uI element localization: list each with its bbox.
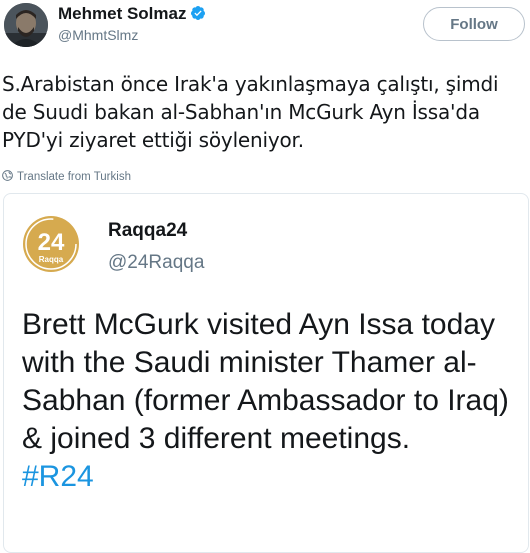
logo-number: 24 bbox=[38, 229, 65, 256]
author-display-name[interactable]: Mehmet Solmaz bbox=[58, 4, 206, 26]
avatar[interactable] bbox=[4, 3, 48, 47]
raqqa24-logo[interactable]: 24 Raqqa bbox=[22, 215, 80, 273]
follow-button[interactable]: Follow bbox=[423, 7, 525, 41]
avatar-photo bbox=[4, 3, 48, 47]
tweet-text: S.Arabistan önce Irak'a yakınlaşmaya çal… bbox=[2, 72, 499, 152]
quoted-tweet-card[interactable]: 24 Raqqa Raqqa24 @24Raqqa Brett McGurk v… bbox=[3, 193, 529, 553]
author-handle[interactable]: @MhmtSlmz bbox=[58, 27, 138, 43]
translate-label[interactable]: Translate from Turkish bbox=[17, 171, 131, 183]
hashtag-link[interactable]: #R24 bbox=[22, 460, 94, 493]
quoted-text-body: Brett McGurk visited Ayn Issa today with… bbox=[22, 308, 509, 455]
quoted-handle[interactable]: @24Raqqa bbox=[108, 252, 204, 274]
translate-link[interactable]: Translate from Turkish bbox=[2, 170, 131, 184]
logo-text: Raqqa bbox=[39, 255, 64, 264]
globe-icon bbox=[2, 170, 13, 184]
quoted-tweet-text: Brett McGurk visited Ayn Issa today with… bbox=[22, 306, 522, 496]
author-name-text[interactable]: Mehmet Solmaz bbox=[58, 4, 186, 23]
quoted-display-name[interactable]: Raqqa24 bbox=[108, 220, 187, 242]
verified-badge-icon bbox=[190, 5, 206, 26]
